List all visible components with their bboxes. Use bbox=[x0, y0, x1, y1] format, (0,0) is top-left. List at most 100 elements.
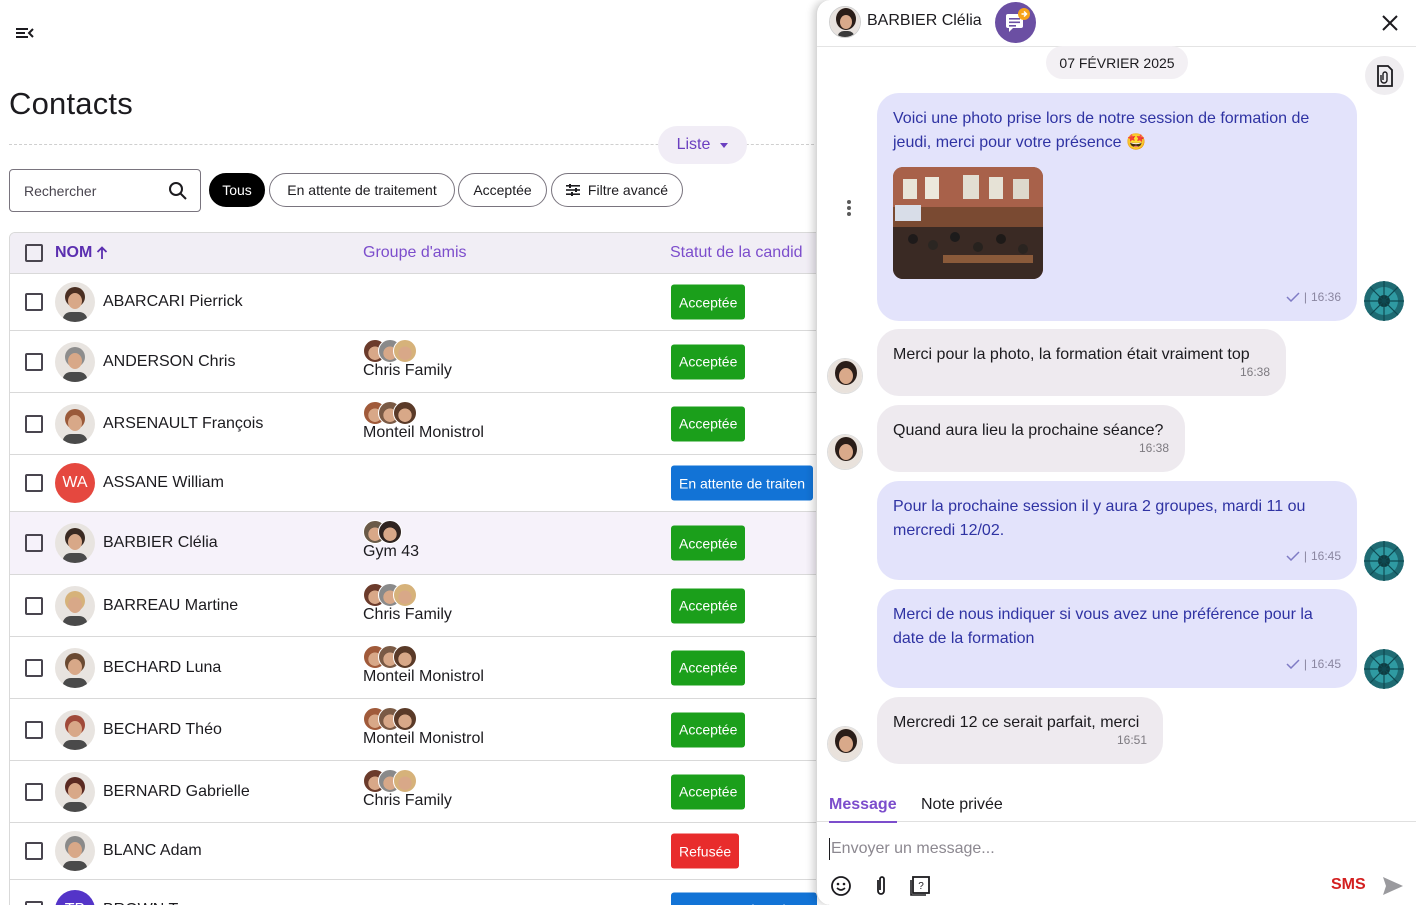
more-options-icon[interactable] bbox=[846, 199, 852, 217]
friends-group[interactable]: Monteil Monistrol bbox=[363, 707, 484, 748]
message-bubble-outgoing[interactable]: Pour la prochaine session il y aura 2 gr… bbox=[877, 481, 1357, 580]
message-time: 16:45 bbox=[1310, 657, 1341, 671]
status-badge[interactable]: En attente de traiten bbox=[671, 465, 814, 501]
contact-name[interactable]: BARREAU Martine bbox=[103, 597, 238, 615]
row-checkbox[interactable] bbox=[25, 658, 43, 677]
row-checkbox[interactable] bbox=[25, 596, 43, 615]
contact-name[interactable]: ARSENAULT François bbox=[103, 415, 263, 433]
status-badge[interactable]: Acceptée bbox=[671, 650, 746, 685]
status-badge[interactable]: En attente de traitem bbox=[671, 892, 817, 905]
filter-chip-advanced[interactable]: Filtre avancé bbox=[551, 173, 683, 207]
search-icon[interactable] bbox=[168, 181, 188, 201]
avatar bbox=[55, 709, 95, 750]
message-bubble-incoming[interactable]: Merci pour la photo, la formation était … bbox=[877, 329, 1286, 396]
search-input[interactable] bbox=[24, 182, 168, 199]
friends-group[interactable]: Gym 43 bbox=[363, 520, 419, 561]
row-checkbox[interactable] bbox=[25, 352, 43, 371]
status-badge[interactable]: Acceptée bbox=[671, 406, 746, 441]
attached-document-button[interactable] bbox=[1365, 56, 1404, 95]
chat-bubble-badge-icon[interactable] bbox=[995, 2, 1036, 43]
friends-group[interactable]: Chris Family bbox=[363, 583, 452, 624]
friends-group[interactable]: Monteil Monistrol bbox=[363, 401, 484, 442]
emoji-icon[interactable] bbox=[829, 874, 853, 898]
contacts-table: NOM Groupe d'amis Statut de la candid AB… bbox=[9, 232, 829, 905]
contact-avatar-message bbox=[827, 358, 863, 394]
tab-message[interactable]: Message bbox=[829, 796, 897, 823]
row-checkbox[interactable] bbox=[25, 293, 43, 311]
friends-group[interactable]: Chris Family bbox=[363, 769, 452, 810]
close-icon[interactable] bbox=[1379, 12, 1401, 34]
check-icon bbox=[1286, 551, 1300, 561]
row-checkbox[interactable] bbox=[25, 900, 43, 905]
table-row[interactable]: ARSENAULT François Monteil Monistrol Accep… bbox=[10, 393, 828, 455]
table-row[interactable]: BARBIER Clélia Gym 43 Acceptée bbox=[10, 512, 828, 575]
contact-name[interactable]: BECHARD Luna bbox=[103, 659, 221, 677]
status-badge[interactable]: Acceptée bbox=[671, 525, 746, 561]
status-badge[interactable]: Acceptée bbox=[671, 774, 746, 809]
friends-group[interactable]: Chris Family bbox=[363, 339, 452, 380]
status-badge[interactable]: Acceptée bbox=[671, 712, 746, 747]
send-icon[interactable] bbox=[1382, 876, 1404, 896]
table-row[interactable]: ABARCARI Pierrick Acceptée bbox=[10, 274, 828, 331]
table-row[interactable]: ANDERSON Chris Chris Family Acceptée bbox=[10, 331, 828, 393]
row-checkbox[interactable] bbox=[25, 842, 43, 860]
sms-channel-label[interactable]: SMS bbox=[1331, 876, 1366, 894]
row-checkbox[interactable] bbox=[25, 534, 43, 552]
status-badge[interactable]: Acceptée bbox=[671, 344, 746, 379]
message-bubble-incoming[interactable]: Mercredi 12 ce serait parfait, merci 16:… bbox=[877, 697, 1163, 764]
message-bubble-outgoing[interactable]: Voici une photo prise lors de notre sess… bbox=[877, 93, 1357, 321]
group-avatars bbox=[363, 520, 419, 544]
template-icon[interactable]: ? bbox=[909, 874, 933, 898]
status-badge[interactable]: Acceptée bbox=[671, 588, 746, 623]
status-badge[interactable]: Refusée bbox=[671, 833, 740, 869]
message-time: 16:38 bbox=[1239, 365, 1270, 379]
contact-name: BARBIER Clélia bbox=[867, 12, 982, 29]
contact-name[interactable]: ABARCARI Pierrick bbox=[103, 293, 243, 311]
row-checkbox[interactable] bbox=[25, 720, 43, 739]
avatar-initials: WA bbox=[55, 463, 95, 503]
menu-collapse-icon[interactable] bbox=[14, 24, 36, 42]
row-checkbox[interactable] bbox=[25, 414, 43, 433]
message-bubble-outgoing[interactable]: Merci de nous indiquer si vous avez une … bbox=[877, 589, 1357, 688]
table-row[interactable]: BECHARD Luna Monteil Monistrol Acceptée bbox=[10, 637, 828, 699]
avatar bbox=[55, 771, 95, 812]
contact-name[interactable]: ASSANE William bbox=[103, 474, 224, 492]
select-all-checkbox[interactable] bbox=[25, 244, 43, 262]
row-checkbox[interactable] bbox=[25, 782, 43, 801]
status-badge[interactable]: Acceptée bbox=[671, 284, 746, 320]
row-checkbox[interactable] bbox=[25, 474, 43, 492]
paperclip-icon[interactable] bbox=[869, 874, 893, 898]
message-input[interactable]: Envoyer un message... bbox=[829, 838, 1389, 860]
friends-group[interactable]: Monteil Monistrol bbox=[363, 645, 484, 686]
column-name[interactable]: NOM bbox=[55, 244, 108, 262]
message-photo[interactable] bbox=[893, 167, 1043, 279]
column-group[interactable]: Groupe d'amis bbox=[363, 244, 467, 262]
table-row[interactable]: WA ASSANE William En attente de traiten bbox=[10, 455, 828, 512]
search-field[interactable] bbox=[9, 169, 201, 212]
table-row[interactable]: BARREAU Martine Chris Family Acceptée bbox=[10, 575, 828, 637]
filter-chip-all[interactable]: Tous bbox=[209, 173, 265, 207]
message-bubble-incoming[interactable]: Quand aura lieu la prochaine séance? 16:… bbox=[877, 405, 1185, 472]
message-text: Pour la prochaine session il y aura 2 gr… bbox=[893, 498, 1306, 539]
table-row[interactable]: BERNARD Gabrielle Chris Family Acceptée bbox=[10, 761, 828, 823]
table-row[interactable]: TB BROWN T… En attente de traitem bbox=[10, 880, 828, 905]
view-select[interactable]: Liste bbox=[658, 126, 747, 164]
table-row[interactable]: BECHARD Théo Monteil Monistrol Acceptée bbox=[10, 699, 828, 761]
contact-name[interactable]: BARBIER Clélia bbox=[103, 534, 218, 552]
avatar bbox=[55, 585, 95, 626]
column-status[interactable]: Statut de la candid bbox=[670, 244, 803, 262]
message-text: Merci pour la photo, la formation était … bbox=[893, 346, 1250, 363]
tab-private-note[interactable]: Note privée bbox=[921, 796, 1003, 814]
group-name: Gym 43 bbox=[363, 543, 420, 560]
table-row[interactable]: BLANC Adam Refusée bbox=[10, 823, 828, 880]
document-attachment-icon bbox=[1376, 64, 1393, 87]
contact-name[interactable]: BROWN T… bbox=[103, 901, 194, 905]
group-avatars bbox=[363, 339, 452, 363]
contact-name[interactable]: BECHARD Théo bbox=[103, 721, 222, 739]
contact-name[interactable]: ANDERSON Chris bbox=[103, 353, 235, 371]
filter-chip-accepted[interactable]: Acceptée bbox=[458, 173, 547, 207]
contact-name[interactable]: BLANC Adam bbox=[103, 842, 202, 860]
filter-chip-pending[interactable]: En attente de traitement bbox=[269, 173, 455, 207]
contact-name[interactable]: BERNARD Gabrielle bbox=[103, 783, 250, 801]
app: Contacts Liste Tous En attente de traite… bbox=[0, 0, 1416, 905]
